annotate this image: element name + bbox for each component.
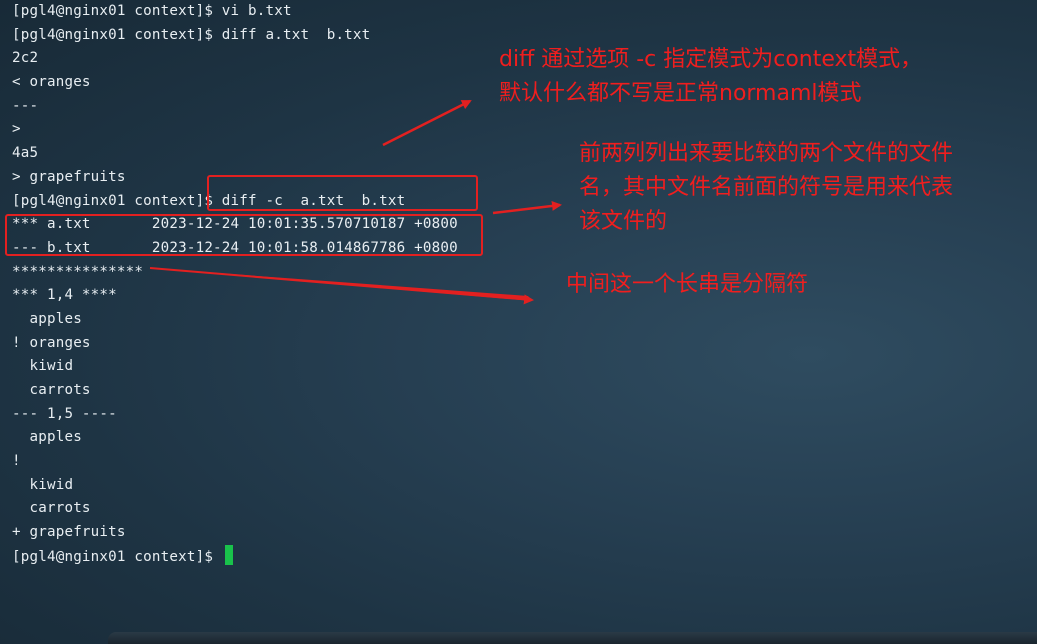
window-bottom-bar	[108, 632, 1037, 644]
annotation-mode-note: diff 通过选项 -c 指定模式为context模式， 默认什么都不写是正常n…	[499, 47, 923, 106]
arrow-mode-note	[382, 99, 472, 147]
annotation-header-note: 前两列列出来要比较的两个文件的文件 名，其中文件名前面的符号是用来代表 该文件的	[579, 141, 954, 234]
arrow-header-note	[492, 200, 562, 215]
annotation-separator-note: 中间这一个长串是分隔符	[566, 272, 809, 297]
